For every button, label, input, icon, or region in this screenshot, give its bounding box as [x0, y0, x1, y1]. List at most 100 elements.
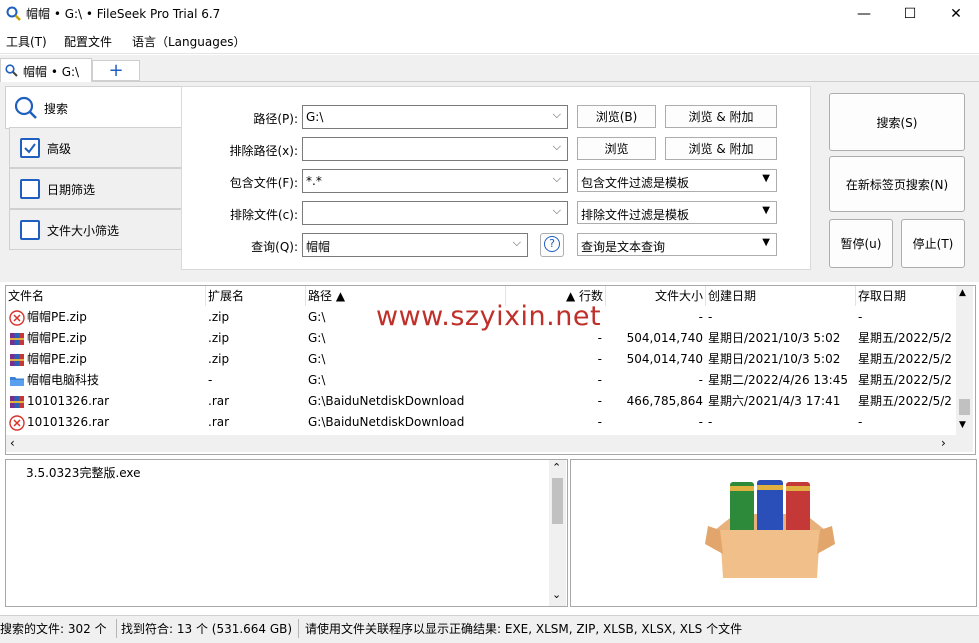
status-searched: 搜索的文件: 302 个 — [0, 622, 107, 636]
browse-add-button[interactable]: 浏览 & 附加 — [665, 105, 777, 128]
close-button[interactable]: ✕ — [933, 0, 979, 27]
include-filter-mode-value: 包含文件过滤是模板 — [581, 176, 690, 190]
help-icon: ? — [544, 236, 560, 252]
cell-name: 10101326.rar — [27, 394, 110, 408]
archive-icon — [10, 333, 24, 345]
query-value: 帽帽 — [306, 240, 331, 254]
scroll-thumb[interactable] — [552, 478, 563, 524]
exclude-path-combo[interactable]: ⌵ — [302, 137, 568, 161]
cell-path: G:\ — [308, 373, 326, 387]
include-files-label: 包含文件(F): — [229, 176, 298, 190]
query-label: 查询(Q): — [251, 240, 298, 254]
results-horizontal-scrollbar[interactable]: ‹ › — [6, 435, 973, 452]
search-button[interactable]: 搜索(S) — [829, 93, 965, 151]
cell-path: G:\BaiduNetdiskDownload — [308, 415, 465, 429]
stop-button[interactable]: 停止(T) — [901, 219, 965, 268]
cell-created: - — [708, 310, 713, 324]
minimize-button[interactable]: — — [841, 0, 887, 27]
exclude-files-combo[interactable]: ⌵ — [302, 201, 568, 225]
tab-search-g[interactable]: 帽帽 • G:\ — [0, 58, 92, 83]
tab-size-filter[interactable]: 文件大小筛选 — [9, 209, 182, 250]
scroll-down-icon[interactable]: ▼ — [959, 420, 966, 430]
include-files-combo[interactable]: *.* ⌵ — [302, 169, 568, 193]
include-filter-mode-select[interactable]: 包含文件过滤是模板 ▼ — [577, 169, 777, 192]
title-bar: 帽帽 • G:\ • FileSeek Pro Trial 6.7 — ☐ ✕ — [0, 0, 979, 27]
col-header-size[interactable]: 文件大小 — [606, 286, 706, 306]
cell-ext: .zip — [208, 352, 230, 366]
scroll-up-icon[interactable]: ⌃ — [552, 461, 561, 474]
browse-exclude-button[interactable]: 浏览 — [577, 137, 656, 160]
watermark: www.szyixin.net — [376, 301, 602, 332]
tab-size-filter-label: 文件大小筛选 — [47, 224, 120, 238]
tab-advanced[interactable]: 高级 — [9, 127, 182, 168]
tab-date-filter[interactable]: 日期筛选 — [9, 168, 182, 209]
col-header-name[interactable]: 文件名 — [6, 286, 206, 306]
cell-ext: .zip — [208, 310, 230, 324]
menu-profiles[interactable]: 配置文件 — [64, 33, 112, 50]
checkbox-date-filter[interactable] — [20, 179, 40, 199]
preview-scrollbar[interactable]: ⌃ ⌄ — [549, 460, 566, 606]
query-help-button[interactable]: ? — [540, 233, 564, 257]
cell-size: - — [698, 373, 703, 387]
cell-created: 星期日/2021/10/3 5:02 — [708, 352, 841, 366]
exclude-filter-mode-select[interactable]: 排除文件过滤是模板 ▼ — [577, 201, 777, 224]
pause-button[interactable]: 暂停(u) — [829, 219, 893, 268]
scroll-left-icon[interactable]: ‹ — [10, 436, 15, 450]
status-found: 找到符合: 13 个 (531.664 GB) — [121, 622, 293, 636]
cell-accessed: 星期五/2022/5/2 — [858, 394, 952, 408]
checkbox-advanced[interactable] — [20, 138, 40, 158]
cell-ext: .rar — [208, 415, 230, 429]
table-row[interactable]: 帽帽PE.zip .zip G:\ - 504,014,740 星期日/2021… — [6, 349, 956, 370]
tab-search[interactable]: 搜索 — [5, 86, 182, 129]
cell-path: G:\BaiduNetdiskDownload — [308, 394, 465, 408]
cell-size: 504,014,740 — [626, 331, 703, 345]
triangle-down-icon: ▼ — [762, 237, 770, 248]
cell-accessed: 星期五/2022/5/2 — [858, 352, 952, 366]
scroll-thumb[interactable] — [959, 399, 970, 415]
image-preview-pane — [570, 459, 977, 607]
archive-icon — [10, 354, 24, 366]
query-mode-select[interactable]: 查询是文本查询 ▼ — [577, 233, 777, 256]
cell-lines: - — [597, 373, 602, 387]
col-header-created[interactable]: 创建日期 — [706, 286, 856, 306]
browse-button[interactable]: 浏览(B) — [577, 105, 656, 128]
scroll-up-icon[interactable]: ▲ — [959, 288, 966, 298]
menu-tools[interactable]: 工具(T) — [6, 33, 47, 50]
maximize-button[interactable]: ☐ — [887, 0, 933, 27]
col-header-accessed[interactable]: 存取日期 — [856, 286, 956, 306]
cell-lines: - — [597, 415, 602, 429]
text-preview-pane[interactable]: 3.5.0323完整版.exe ⌃ ⌄ — [5, 459, 568, 607]
path-combo[interactable]: G:\ ⌵ — [302, 105, 568, 129]
menu-languages[interactable]: 语言（Languages） — [132, 33, 245, 50]
scroll-right-icon[interactable]: › — [941, 436, 946, 450]
chevron-down-icon: ⌵ — [552, 108, 561, 121]
cell-size: - — [698, 415, 703, 429]
cell-size: - — [698, 310, 703, 324]
add-tab-button[interactable]: + — [92, 60, 140, 81]
status-divider — [298, 619, 299, 638]
results-vertical-scrollbar[interactable]: ▲ ▼ — [956, 286, 973, 435]
table-row[interactable]: 帽帽电脑科技 - G:\ - - 星期二/2022/4/26 13:45 星期五… — [6, 370, 956, 391]
path-label: 路径(P): — [253, 112, 298, 126]
cell-accessed: - — [858, 415, 863, 429]
table-row[interactable]: 10101326.rar .rar G:\BaiduNetdiskDownloa… — [6, 391, 956, 412]
scroll-down-icon[interactable]: ⌄ — [552, 588, 561, 601]
archive-icon — [10, 396, 24, 408]
cell-name: 帽帽PE.zip — [27, 331, 87, 345]
cell-created: - — [708, 415, 713, 429]
exclude-filter-mode-value: 排除文件过滤是模板 — [581, 208, 690, 222]
table-row[interactable]: 10101326.rar .rar G:\BaiduNetdiskDownloa… — [6, 412, 956, 433]
chevron-down-icon: ⌵ — [552, 204, 561, 217]
cell-created: 星期日/2021/10/3 5:02 — [708, 331, 841, 345]
tab-search-label: 搜索 — [44, 102, 69, 116]
browse-add-exclude-button[interactable]: 浏览 & 附加 — [665, 137, 777, 160]
search-new-tab-button[interactable]: 在新标签页搜索(N) — [829, 156, 965, 212]
chevron-down-icon: ⌵ — [552, 172, 561, 185]
col-header-ext[interactable]: 扩展名 — [206, 286, 306, 306]
window-title: 帽帽 • G:\ • FileSeek Pro Trial 6.7 — [26, 7, 221, 21]
cell-path: G:\ — [308, 352, 326, 366]
cell-lines: - — [597, 352, 602, 366]
checkbox-size-filter[interactable] — [20, 220, 40, 240]
query-combo[interactable]: 帽帽 ⌵ — [302, 233, 528, 257]
menu-bar: 工具(T) 配置文件 语言（Languages） — [0, 29, 979, 54]
